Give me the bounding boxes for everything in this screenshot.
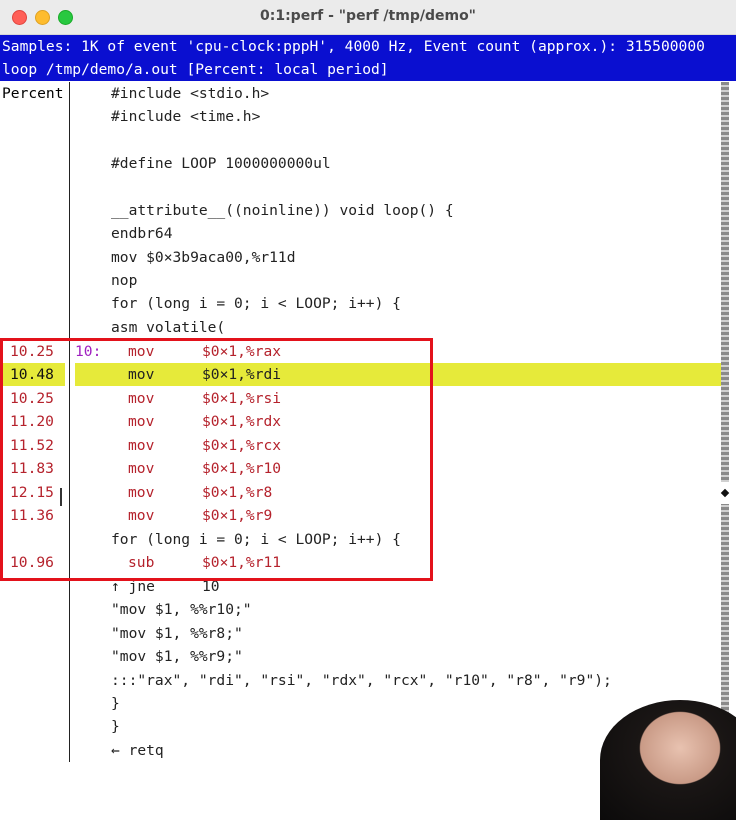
asm-text: endbr64	[111, 225, 173, 242]
window-title: 0:1:perf - "perf /tmp/demo"	[260, 8, 476, 24]
asm-text: ← retq	[111, 742, 164, 759]
source-text: #include <time.h>	[111, 108, 261, 125]
source-text: }	[111, 695, 120, 712]
source-text: "mov $1, %%r10;"	[111, 601, 252, 618]
source-text: "mov $1, %%r8;"	[111, 625, 243, 642]
scrollbar[interactable]	[721, 82, 729, 776]
source-text: "mov $1, %%r9;"	[111, 648, 243, 665]
source-text: #include <stdio.h>	[111, 85, 270, 102]
source-text: }	[111, 718, 120, 735]
annotation-highlight-box	[0, 338, 433, 581]
source-text: __attribute__((noinline)) void loop() {	[111, 202, 454, 219]
text-cursor-icon	[60, 488, 62, 506]
asm-text: mov $0×3b9aca00,%r11d	[111, 249, 296, 266]
presenter-webcam-overlay	[600, 700, 736, 820]
percent-column-header: Percent	[2, 85, 64, 102]
source-text: :::"rax", "rdi", "rsi", "rdx", "rcx", "r…	[111, 672, 612, 689]
perf-header-symbol: loop /tmp/demo/a.out [Percent: local per…	[0, 58, 736, 81]
source-text: #define LOOP 1000000000ul	[111, 155, 331, 172]
source-text: asm volatile(	[111, 319, 226, 336]
asm-text: nop	[111, 272, 138, 289]
window-titlebar: 0:1:perf - "perf /tmp/demo"	[0, 0, 736, 35]
source-text: for (long i = 0; i < LOOP; i++) {	[111, 295, 401, 312]
perf-header-samples: Samples: 1K of event 'cpu-clock:pppH', 4…	[0, 35, 736, 58]
